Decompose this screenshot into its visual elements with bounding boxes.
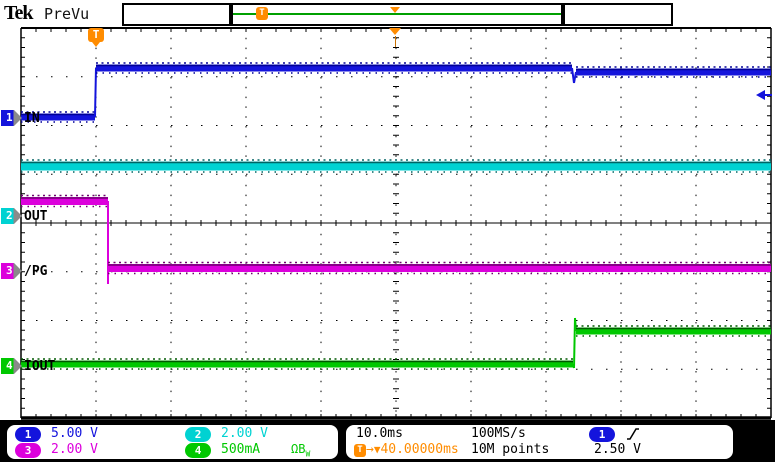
ch4-label: IOUT (24, 359, 56, 374)
expansion-point-icon (389, 28, 401, 35)
trace-ch1-in (21, 62, 771, 123)
waveform-plot (20, 27, 772, 420)
ch1-label: IN (24, 111, 40, 126)
ch2-label: OUT (24, 209, 48, 224)
trace-ch2-out (21, 159, 771, 173)
trace-ch3-pg (21, 194, 771, 284)
trigger-point-icon: T (88, 28, 104, 47)
ch3-label: /PG (24, 264, 48, 279)
oscilloscope-screen: Tek PreVu T T 1 2 3 4 IN OUT /PG IOUT 1 … (0, 0, 775, 462)
expansion-point-line (395, 36, 396, 47)
trace-ch4-iout (21, 317, 771, 370)
